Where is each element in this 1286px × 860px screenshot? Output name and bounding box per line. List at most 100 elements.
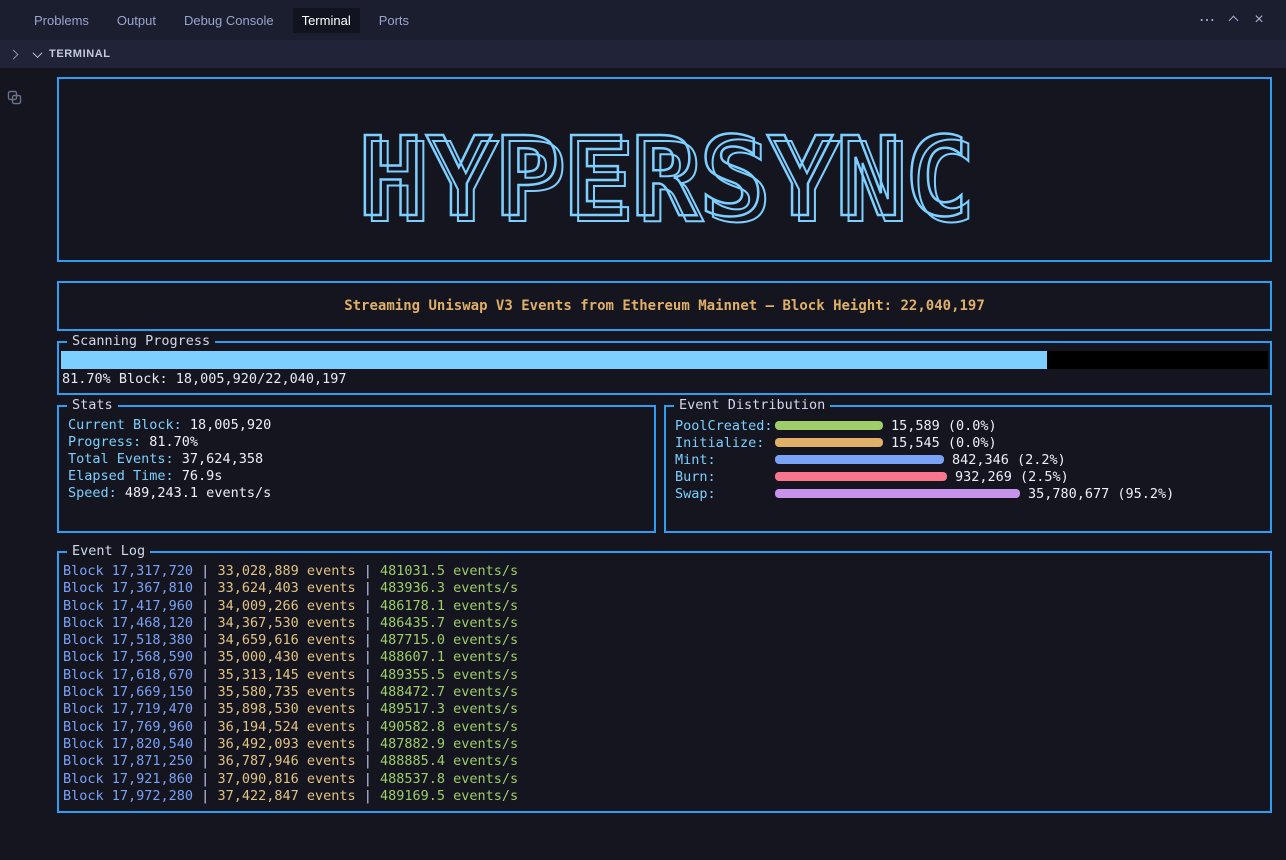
terminal-gutter — [0, 68, 28, 860]
log-block: Block 17,921,860 — [63, 771, 193, 787]
progress-text: 81.70% Block: 18,005,920/22,040,197 — [61, 369, 1268, 389]
log-separator: | — [193, 563, 217, 579]
log-separator: | — [193, 632, 217, 648]
log-row: Block 17,317,720 | 33,028,889 events | 4… — [63, 563, 1264, 580]
log-row: Block 17,618,670 | 35,313,145 events | 4… — [63, 667, 1264, 684]
stat-elapsed-time: Elapsed Time: 76.9s — [68, 468, 646, 485]
log-events: 35,580,735 events — [217, 684, 355, 700]
log-block: Block 17,820,540 — [63, 736, 193, 752]
log-events: 35,000,430 events — [217, 649, 355, 665]
log-block: Block 17,468,120 — [63, 615, 193, 631]
tab-output[interactable]: Output — [108, 8, 165, 33]
log-row: Block 17,820,540 | 36,492,093 events | 4… — [63, 736, 1264, 753]
subtitle-box: Streaming Uniswap V3 Events from Ethereu… — [57, 281, 1272, 331]
progress-fill — [61, 351, 1047, 369]
stat-total-events: Total Events: 37,624,358 — [68, 451, 646, 468]
log-events: 35,898,530 events — [217, 701, 355, 717]
scanning-progress-box: Scanning Progress 81.70% Block: 18,005,9… — [57, 341, 1272, 395]
log-rate: 487882.9 events/s — [380, 736, 518, 752]
log-events: 33,028,889 events — [217, 563, 355, 579]
log-separator: | — [193, 719, 217, 735]
log-block: Block 17,719,470 — [63, 701, 193, 717]
log-separator: | — [193, 736, 217, 752]
dist-label: Burn: — [675, 469, 775, 485]
log-rate: 490582.8 events/s — [380, 719, 518, 735]
log-separator: | — [356, 788, 380, 804]
log-separator: | — [356, 719, 380, 735]
log-separator: | — [356, 649, 380, 665]
log-separator: | — [356, 667, 380, 683]
dist-value: 15,545 (0.0%) — [891, 435, 997, 451]
log-rate: 489517.3 events/s — [380, 701, 518, 717]
log-separator: | — [193, 753, 217, 769]
event-log-box: Event Log Block 17,317,720 | 33,028,889 … — [57, 551, 1272, 813]
dist-value: 15,589 (0.0%) — [891, 418, 997, 434]
log-row: Block 17,468,120 | 34,367,530 events | 4… — [63, 615, 1264, 632]
terminal-panel-title: TERMINAL — [49, 48, 111, 60]
stats-box: Stats Current Block: 18,005,920 Progress… — [57, 405, 656, 533]
log-separator: | — [193, 667, 217, 683]
terminal-panel-header: TERMINAL — [0, 40, 1286, 68]
log-block: Block 17,367,810 — [63, 580, 193, 596]
tab-ports[interactable]: Ports — [370, 8, 418, 33]
event-distribution-box: Event Distribution PoolCreated: 15,589 (… — [664, 405, 1272, 533]
stat-label: Speed: — [68, 485, 117, 501]
log-events: 36,787,946 events — [217, 753, 355, 769]
stat-value: 489,243.1 events/s — [117, 485, 271, 501]
maximize-panel-icon[interactable] — [1220, 7, 1246, 33]
log-block: Block 17,568,590 — [63, 649, 193, 665]
terminal-panel-body: HYPERSYNC HYPERSYNC Streaming Uniswap V3… — [0, 68, 1286, 860]
terminal-section-chevron-icon[interactable] — [34, 46, 41, 62]
log-block: Block 17,669,150 — [63, 684, 193, 700]
tab-debug-console[interactable]: Debug Console — [175, 8, 283, 33]
log-rate: 481031.5 events/s — [380, 563, 518, 579]
log-rate: 486435.7 events/s — [380, 615, 518, 631]
tab-problems[interactable]: Problems — [25, 8, 98, 33]
tab-terminal[interactable]: Terminal — [293, 8, 360, 33]
log-events: 33,624,403 events — [217, 580, 355, 596]
log-block: Block 17,518,380 — [63, 632, 193, 648]
stats-title: Stats — [67, 397, 118, 414]
terminal-content: HYPERSYNC HYPERSYNC Streaming Uniswap V3… — [28, 68, 1286, 860]
stream-subtitle: Streaming Uniswap V3 Events from Ethereu… — [344, 298, 985, 314]
log-separator: | — [193, 615, 217, 631]
progress-bar — [61, 351, 1268, 369]
event-log-title: Event Log — [67, 543, 150, 560]
stat-value: 76.9s — [174, 468, 223, 484]
terminal-decoration-icon[interactable] — [7, 90, 22, 109]
log-separator: | — [356, 753, 380, 769]
dist-value: 842,346 (2.2%) — [952, 452, 1066, 468]
log-rate: 489355.5 events/s — [380, 667, 518, 683]
log-block: Block 17,871,250 — [63, 753, 193, 769]
log-rate: 488537.8 events/s — [380, 771, 518, 787]
log-rate: 483936.3 events/s — [380, 580, 518, 596]
stat-value: 37,624,358 — [174, 451, 263, 467]
dist-bar — [775, 438, 883, 447]
dist-row-burn: Burn: 932,269 (2.5%) — [675, 468, 1262, 485]
banner-text: HYPERSYNC — [357, 113, 971, 241]
dist-bar — [775, 489, 1020, 498]
log-separator: | — [193, 788, 217, 804]
log-separator: | — [356, 632, 380, 648]
log-row: Block 17,719,470 | 35,898,530 events | 4… — [63, 701, 1264, 718]
log-separator: | — [356, 615, 380, 631]
log-events: 34,367,530 events — [217, 615, 355, 631]
dist-value: 35,780,677 (95.2%) — [1028, 486, 1174, 502]
log-rate: 487715.0 events/s — [380, 632, 518, 648]
dist-bar — [775, 455, 944, 464]
log-row: Block 17,972,280 | 37,422,847 events | 4… — [63, 788, 1264, 805]
log-separator: | — [356, 580, 380, 596]
log-separator: | — [193, 771, 217, 787]
stat-label: Current Block: — [68, 417, 182, 433]
log-block: Block 17,769,960 — [63, 719, 193, 735]
dist-bar — [775, 472, 947, 481]
event-distribution-title: Event Distribution — [674, 397, 830, 414]
log-rate: 488885.4 events/s — [380, 753, 518, 769]
log-events: 34,659,616 events — [217, 632, 355, 648]
log-row: Block 17,417,960 | 34,009,266 events | 4… — [63, 598, 1264, 615]
close-panel-icon[interactable]: × — [1246, 7, 1272, 33]
expand-panel-icon[interactable] — [10, 51, 28, 58]
more-actions-icon[interactable]: ⋯ — [1194, 7, 1220, 33]
log-separator: | — [193, 580, 217, 596]
log-rate: 486178.1 events/s — [380, 598, 518, 614]
